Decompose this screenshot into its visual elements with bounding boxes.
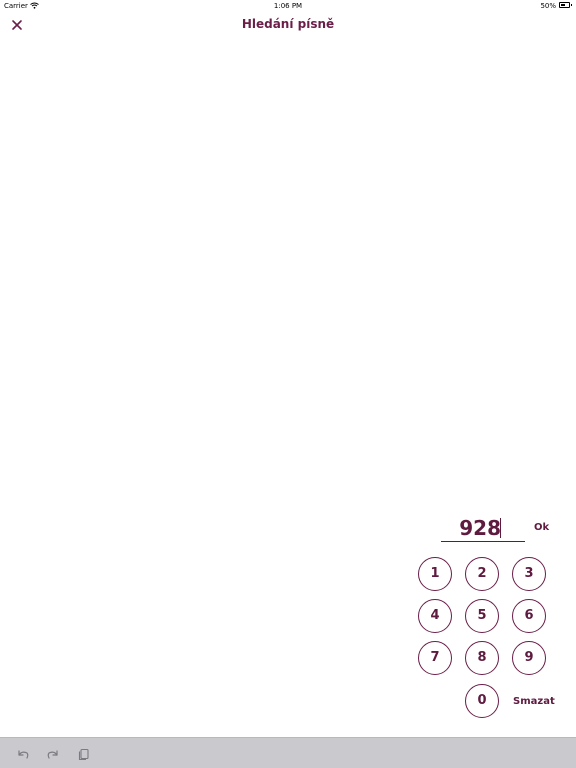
undo-icon[interactable] — [16, 746, 30, 760]
key-8[interactable]: 8 — [465, 641, 499, 675]
clipboard-icon[interactable] — [77, 746, 91, 761]
ok-button[interactable]: Ok — [534, 522, 549, 533]
key-4[interactable]: 4 — [418, 599, 452, 633]
redo-icon[interactable] — [46, 746, 60, 760]
key-7[interactable]: 7 — [418, 641, 452, 675]
key-0[interactable]: 0 — [465, 684, 499, 718]
key-3[interactable]: 3 — [512, 557, 546, 591]
battery-percent: 50% — [540, 2, 556, 10]
text-caret — [500, 518, 501, 538]
key-6[interactable]: 6 — [512, 599, 546, 633]
song-number-value: 928 — [459, 516, 501, 540]
song-number-input[interactable]: 928 — [441, 514, 525, 542]
battery-icon — [559, 2, 572, 8]
delete-button[interactable]: Smazat — [513, 696, 555, 707]
page-title: Hledání písně — [241, 17, 335, 31]
status-time: 1:06 PM — [273, 2, 303, 10]
key-9[interactable]: 9 — [512, 641, 546, 675]
bottom-toolbar — [0, 737, 576, 768]
key-1[interactable]: 1 — [418, 557, 452, 591]
status-bar: Carrier 1:06 PM 50% — [0, 0, 576, 12]
key-2[interactable]: 2 — [465, 557, 499, 591]
key-5[interactable]: 5 — [465, 599, 499, 633]
nav-bar: Hledání písně — [0, 12, 576, 40]
